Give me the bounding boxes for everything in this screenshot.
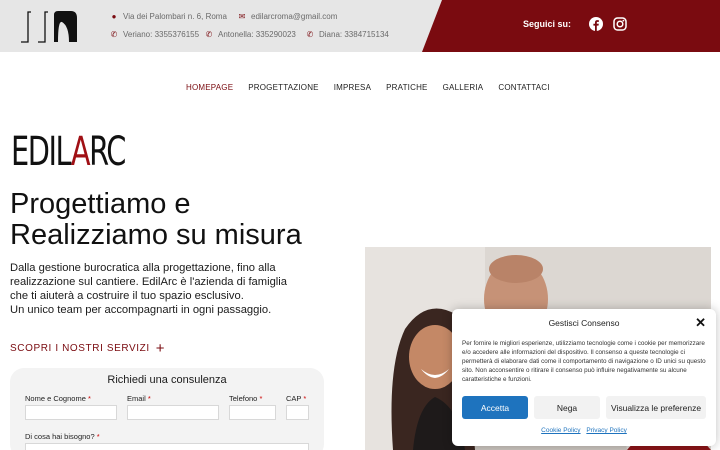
- nav-pratiche[interactable]: PRATICHE: [386, 83, 427, 92]
- nav-progettazione[interactable]: PROGETTAZIONE: [248, 83, 318, 92]
- instagram-icon[interactable]: [613, 17, 627, 31]
- plus-icon: +: [155, 339, 166, 357]
- need-label-text: Di cosa hai bisogno?: [25, 432, 95, 441]
- phone-label: Telefono *: [229, 394, 262, 403]
- consultation-form: Richiedi una consulenza Nome e Cognome *…: [10, 368, 324, 450]
- required-mark: *: [259, 394, 263, 403]
- email-text[interactable]: edilarcroma@gmail.com: [251, 12, 337, 21]
- phone-icon: ✆: [110, 30, 118, 39]
- envelope-icon: ✉: [238, 12, 246, 21]
- services-link-label[interactable]: SCOPRI I NOSTRI SERVIZI: [10, 343, 150, 354]
- phone-veriano[interactable]: ✆ Veriano: 3355376155: [110, 30, 199, 39]
- main-nav: HOMEPAGE PROGETTAZIONE IMPRESA PRATICHE …: [186, 83, 565, 92]
- facebook-icon[interactable]: [589, 17, 603, 31]
- cookie-consent-dialog: Gestisci Consenso ✕ Per fornire le migli…: [452, 309, 716, 446]
- cap-label-text: CAP: [286, 394, 302, 403]
- name-label-text: Nome e Cognome: [25, 394, 86, 403]
- need-input[interactable]: [25, 443, 309, 450]
- headline-line: Realizziamo su misura: [10, 219, 302, 251]
- intro-line: che ti aiuterà a costruire il tuo spazio…: [10, 290, 244, 302]
- need-label: Di cosa hai bisogno? *: [25, 432, 100, 441]
- nav-contattaci[interactable]: CONTATTACI: [498, 83, 549, 92]
- cap-input[interactable]: [286, 405, 309, 420]
- email-label: Email *: [127, 394, 151, 403]
- email-line[interactable]: ✉ edilarcroma@gmail.com: [238, 12, 338, 21]
- privacy-policy-link[interactable]: Privacy Policy: [586, 427, 626, 434]
- nav-homepage[interactable]: HOMEPAGE: [186, 83, 233, 92]
- hero-headline: Progettiamo e Realizziamo su misura: [10, 189, 370, 251]
- brand-wordmark: EDILARC: [11, 129, 126, 175]
- services-link[interactable]: SCOPRI I NOSTRI SERVIZI +: [10, 339, 166, 357]
- email-label-text: Email: [127, 394, 146, 403]
- nav-galleria[interactable]: GALLERIA: [443, 83, 484, 92]
- brand-part: RC: [89, 129, 126, 175]
- phone-text[interactable]: Veriano: 3355376155: [123, 30, 199, 39]
- intro-line: Dalla gestione burocratica alla progetta…: [10, 262, 276, 274]
- intro-line: realizzazione sul cantiere. EdilArc è l'…: [10, 276, 287, 288]
- cap-label: CAP *: [286, 394, 306, 403]
- site-logo[interactable]: [18, 10, 78, 43]
- required-mark: *: [87, 394, 91, 403]
- cookie-links: Cookie Policy Privacy Policy: [452, 427, 716, 434]
- cookie-description: Per fornire le migliori esperienze, util…: [462, 340, 706, 383]
- phone-diana[interactable]: ✆ Diana: 3384715134: [306, 30, 389, 39]
- required-mark: *: [303, 394, 307, 403]
- nav-impresa[interactable]: IMPRESA: [334, 83, 371, 92]
- phone-text[interactable]: Antonella: 335290023: [218, 30, 296, 39]
- brand-accent-letter: A: [70, 129, 91, 175]
- required-mark: *: [147, 394, 151, 403]
- accept-button[interactable]: Accetta: [462, 396, 528, 419]
- social-label: Seguici su:: [522, 19, 571, 29]
- brand-part: EDIL: [11, 129, 72, 175]
- email-input[interactable]: [127, 405, 219, 420]
- phone-input[interactable]: [229, 405, 276, 420]
- deny-button[interactable]: Nega: [534, 396, 600, 419]
- social-links: Seguici su:: [523, 17, 627, 31]
- phone-icon: ✆: [306, 30, 314, 39]
- phone-antonella[interactable]: ✆ Antonella: 335290023: [205, 30, 296, 39]
- cookie-policy-link[interactable]: Cookie Policy: [541, 427, 580, 434]
- form-title: Richiedi una consulenza: [107, 374, 227, 386]
- name-input[interactable]: [25, 405, 117, 420]
- cookie-title: Gestisci Consenso: [548, 318, 620, 328]
- phone-icon: ✆: [205, 30, 213, 39]
- intro-line: Un unico team per accompagnarti in ogni …: [10, 304, 272, 316]
- headline-line: Progettiamo e: [10, 188, 191, 220]
- preferences-button[interactable]: Visualizza le preferenze: [606, 396, 706, 419]
- phone-label-text: Telefono: [229, 394, 258, 403]
- hero-intro: Dalla gestione burocratica alla progetta…: [10, 261, 310, 317]
- map-pin-icon: ●: [111, 12, 117, 21]
- top-bar: ● Via dei Palombari n. 6, Roma ✉ edilarc…: [0, 0, 720, 52]
- required-mark: *: [96, 432, 100, 441]
- name-label: Nome e Cognome *: [25, 394, 91, 403]
- address-line: ● Via dei Palombari n. 6, Roma: [110, 12, 227, 21]
- address-text: Via dei Palombari n. 6, Roma: [123, 12, 227, 21]
- phone-text[interactable]: Diana: 3384715134: [319, 30, 389, 39]
- close-icon[interactable]: ✕: [695, 315, 706, 331]
